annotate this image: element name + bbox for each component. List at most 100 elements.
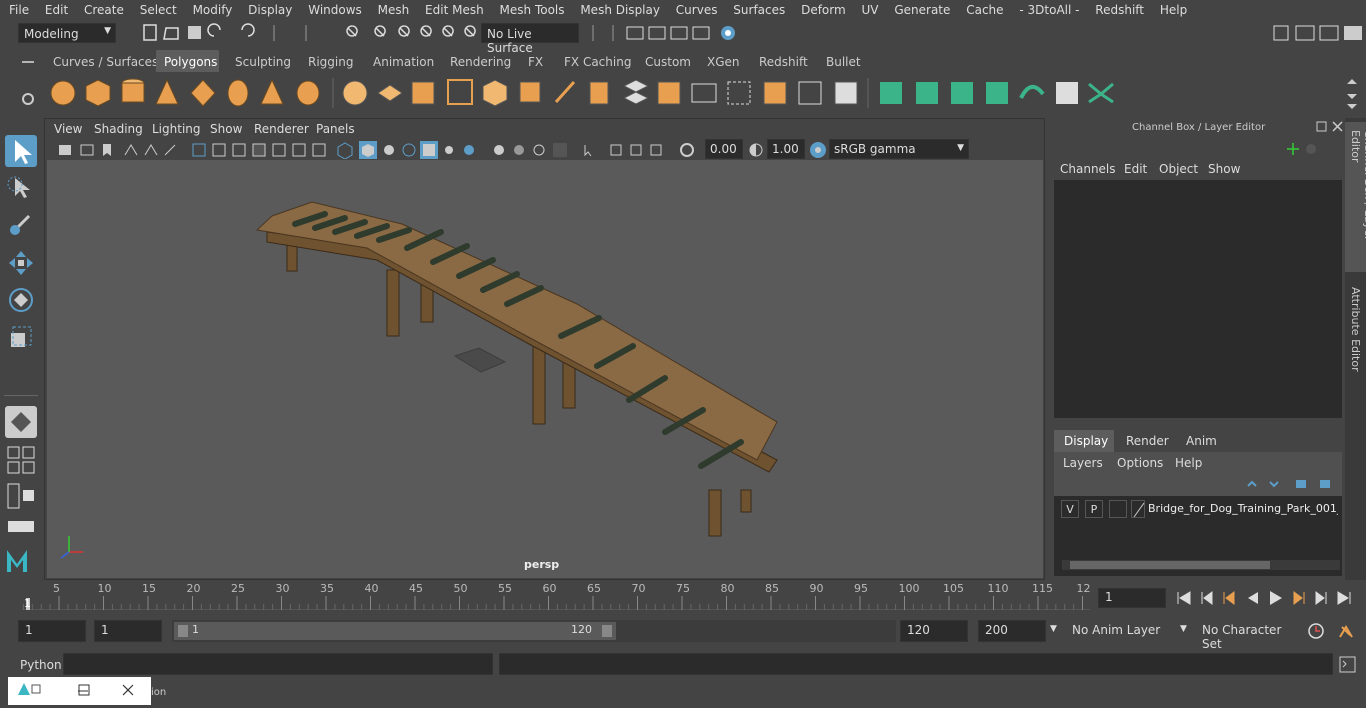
window-controls[interactable] [8,677,151,705]
playback-end-field[interactable]: 120 [900,620,968,642]
rotate-tool-icon[interactable] [5,284,37,316]
range-handle-right[interactable] [602,625,612,637]
menu-edit-mesh[interactable]: Edit Mesh [425,0,484,17]
shelf-tab-rigging[interactable]: Rigging [308,50,353,72]
anim-end-field[interactable]: 200 [978,620,1046,642]
shelf-tab-xgen[interactable]: XGen [707,50,740,72]
layer-scrollbar[interactable] [1062,560,1340,570]
side-tab-channel-box[interactable]: Channel Box / Layer Editor [1345,122,1366,272]
cmd-input[interactable] [63,653,493,675]
character-set-dropdown[interactable]: No Character Set [1196,620,1304,651]
side-tab-attribute-editor[interactable]: Attribute Editor [1345,283,1366,373]
shelf-tab-fx[interactable]: FX [528,50,543,72]
menu-help[interactable]: Help [1160,0,1187,17]
anim-layer-dropdown[interactable]: No Anim Layer [1066,620,1174,642]
layer-name[interactable]: Bridge_for_Dog_Training_Park_001_la [1148,502,1338,515]
menu-curves[interactable]: Curves [676,0,718,17]
workspace-icons[interactable] [1270,22,1366,44]
layer-playback-toggle[interactable]: P [1085,500,1103,518]
menu-3dtoall[interactable]: - 3DtoAll - [1019,0,1079,17]
range-slider-handle[interactable]: 1 120 [174,622,616,640]
vp-menu-renderer[interactable]: Renderer [254,122,309,136]
menu-mesh-tools[interactable]: Mesh Tools [500,0,565,17]
shelf-tab-redshift[interactable]: Redshift [759,50,808,72]
shelf-tab-sculpting[interactable]: Sculpting [235,50,291,72]
anim-start-field[interactable]: 1 [18,620,86,642]
colorspace-dropdown[interactable]: sRGB gamma ▼ [829,139,969,159]
mode-selector[interactable]: Modeling ▼ [18,23,116,43]
layer-color-swatch[interactable] [1131,500,1145,518]
shelf-tool-icons[interactable] [46,72,1346,114]
cb-menu-object[interactable]: Object [1159,162,1198,176]
cb-menu-edit[interactable]: Edit [1124,162,1147,176]
menu-redshift[interactable]: Redshift [1095,0,1144,17]
vp-menu-view[interactable]: View [54,122,82,136]
shelf-tab-fx-caching[interactable]: FX Caching [564,50,631,72]
shelf-tab-polygons[interactable]: Polygons [156,50,219,72]
viewport-3d[interactable]: persp [47,160,1043,578]
layer-action-icons[interactable] [1242,476,1342,492]
playback-start-field[interactable]: 1 [94,620,162,642]
cb-menu-channels[interactable]: Channels [1060,162,1116,176]
channel-icons[interactable] [1285,140,1325,158]
shelf-tab-custom[interactable]: Custom [645,50,691,72]
chevron-down-icon[interactable]: ▼ [1180,624,1187,634]
vp-menu-lighting[interactable]: Lighting [152,122,201,136]
bridge-mesh[interactable] [47,160,1043,578]
playback-controls[interactable] [1172,588,1362,608]
menu-deform[interactable]: Deform [801,0,846,17]
color-management-icon[interactable] [809,141,827,159]
vp-menu-show[interactable]: Show [210,122,242,136]
menu-display[interactable]: Display [248,0,292,17]
layer-tab-anim[interactable]: Anim [1186,434,1217,448]
range-handle-left[interactable] [178,625,188,637]
menu-mesh-display[interactable]: Mesh Display [580,0,660,17]
chevron-down-icon[interactable]: ▼ [1050,624,1057,634]
cb-menu-show[interactable]: Show [1208,162,1240,176]
script-editor-icon[interactable] [1338,655,1358,675]
cmd-language-label[interactable]: Python [20,658,62,672]
layout-outliner-icon[interactable] [5,480,37,512]
range-slider[interactable]: 1 120 [172,620,896,642]
shelf-scroll-icon[interactable] [1345,76,1359,110]
menu-cache[interactable]: Cache [966,0,1003,17]
shelf-tab-rendering[interactable]: Rendering [450,50,511,72]
layer-menu-layers[interactable]: Layers [1063,456,1103,470]
live-surface-field[interactable]: No Live Surface [481,23,579,55]
gamma-icon[interactable] [748,142,764,158]
menu-windows[interactable]: Windows [308,0,362,17]
menu-select[interactable]: Select [140,0,177,17]
menu-uv[interactable]: UV [862,0,879,17]
layer-menu-options[interactable]: Options [1117,456,1163,470]
shelf-tab-animation[interactable]: Animation [373,50,434,72]
panel-window-icons[interactable] [1315,120,1345,134]
menu-edit[interactable]: Edit [45,0,68,17]
menu-generate[interactable]: Generate [894,0,950,17]
exposure-field[interactable]: 0.00 [705,139,743,159]
menu-mesh[interactable]: Mesh [378,0,410,17]
taskbar-window[interactable] [8,677,151,705]
time-ruler[interactable]: 5 10 15 20 25 30 35 40 45 50 55 60 65 70 75 80 85 90 95 100… [22,582,1091,610]
layer-tab-render[interactable]: Render [1126,434,1169,448]
lasso-tool-icon[interactable] [5,172,37,204]
layer-scrollbar-thumb[interactable] [1070,561,1270,569]
shelf-tab-bullet[interactable]: Bullet [826,50,861,72]
time-slider[interactable]: 5 10 15 20 25 30 35 40 45 50 55 60 65 70 75 80 85 90 95 100… [0,580,1366,620]
scale-tool-icon[interactable] [5,321,37,353]
menu-file[interactable]: File [9,0,29,17]
menu-surfaces[interactable]: Surfaces [733,0,785,17]
render-icons[interactable] [585,22,755,44]
layer-row[interactable]: V P Bridge_for_Dog_Training_Park_001_la [1057,500,1343,520]
layout-quad-icon[interactable] [5,444,37,476]
gamma-field[interactable]: 1.00 [767,139,805,159]
menu-modify[interactable]: Modify [193,0,233,17]
anim-prefs-icons[interactable] [1306,621,1362,641]
gear-icon[interactable] [0,72,46,114]
layer-menu-help[interactable]: Help [1175,456,1202,470]
select-tool-icon[interactable] [5,135,37,167]
viewport-toolbar-icons[interactable] [55,141,695,159]
layer-tab-display[interactable]: Display [1054,430,1114,452]
layer-type-toggle[interactable] [1109,500,1127,518]
vp-menu-panels[interactable]: Panels [316,122,355,136]
menu-create[interactable]: Create [84,0,124,17]
